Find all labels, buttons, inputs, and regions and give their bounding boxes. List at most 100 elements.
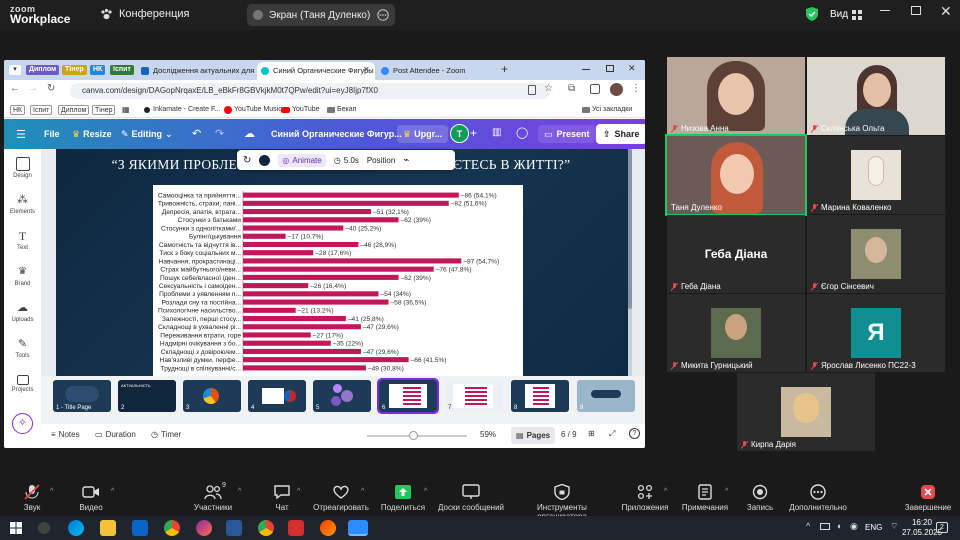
acrobat-icon[interactable] — [288, 520, 304, 536]
all-bookmarks-folder[interactable]: Усі закладки — [582, 105, 632, 115]
page-thumbnail[interactable]: 9 — [577, 380, 635, 412]
bookmark-folder[interactable]: Тінер — [92, 105, 116, 115]
notes-options-chevron-icon[interactable]: ^ — [725, 488, 728, 495]
react-options-chevron-icon[interactable]: ^ — [361, 488, 364, 495]
close-window-icon[interactable]: ✕ — [628, 63, 636, 74]
duration-button[interactable]: ◷ 5.0s — [334, 156, 359, 165]
position-button[interactable]: Position — [367, 156, 395, 165]
grid-view-icon[interactable]: ⊞ — [588, 429, 595, 438]
browser-tab[interactable]: Дослідження актуальних для — [137, 62, 255, 80]
sidebar-item-tools[interactable]: ✎ Tools — [4, 337, 41, 359]
upgrade-button[interactable]: ♛ Upgr... — [397, 125, 449, 143]
user-avatar[interactable]: T — [450, 124, 469, 143]
cloud-sync-icon[interactable]: ☁ — [244, 127, 255, 140]
comment-icon[interactable]: ◯ — [516, 126, 528, 139]
apps-options-chevron-icon[interactable]: ^ — [664, 488, 667, 495]
audio-options-chevron-icon[interactable]: ^ — [50, 488, 53, 495]
notes-button[interactable]: ≡ Notes — [51, 430, 80, 439]
tab-group-chip[interactable]: Диплом — [26, 65, 60, 75]
video-button[interactable]: Видео — [73, 484, 109, 512]
meeting-info-button[interactable]: Конференция — [100, 8, 189, 20]
more-button[interactable]: Дополнительно — [786, 484, 850, 512]
bookmark-folder[interactable]: Бекап — [327, 105, 356, 115]
undo-icon[interactable]: ↶ — [192, 127, 201, 140]
chat-options-chevron-icon[interactable]: ^ — [297, 488, 300, 495]
share-options-chevron-icon[interactable]: ^ — [424, 488, 427, 495]
minimize-icon[interactable] — [880, 10, 890, 11]
word-icon[interactable] — [226, 520, 242, 536]
tray-chevron-icon[interactable]: ^ — [806, 521, 810, 531]
participant-tile[interactable]: Микита Гурницький — [667, 294, 805, 372]
zoom-level[interactable]: 59% — [480, 430, 496, 439]
page-thumbnail[interactable]: 3 — [183, 380, 241, 412]
record-button[interactable]: Запись — [742, 484, 778, 512]
page-thumbnail[interactable]: 1 - Title Page — [53, 380, 111, 412]
rotate-icon[interactable]: ↻ — [243, 155, 251, 166]
sidebar-item-text[interactable]: T Text — [4, 229, 41, 251]
editing-mode-button[interactable]: ✎ Editing ⌄ — [121, 129, 173, 140]
zoom-slider-handle[interactable] — [409, 431, 418, 440]
pages-button[interactable]: ▤ Pages — [511, 427, 556, 444]
battery-icon[interactable] — [820, 523, 830, 530]
zoom-taskbar-icon[interactable] — [348, 520, 368, 536]
extensions-icon[interactable]: ⧉ — [568, 83, 575, 94]
bookmark-folder[interactable]: НК — [10, 105, 26, 115]
sidebar-item-elements[interactable]: ⁂ Elements — [4, 193, 41, 215]
apps-button[interactable]: Приложения — [620, 484, 670, 512]
sidebar-item-projects[interactable]: Projects — [4, 373, 41, 393]
browser-tab[interactable]: Post Attendee - Zoom — [377, 62, 495, 80]
reload-icon[interactable]: ↻ — [47, 83, 55, 94]
bookmark-star-icon[interactable]: ☆ — [544, 83, 553, 94]
whiteboards-button[interactable]: Доски сообщений — [436, 484, 506, 512]
magic-assistant-icon[interactable]: ✧ — [12, 413, 33, 434]
speaker-icon[interactable]: ◖ — [836, 521, 841, 531]
paint-format-icon[interactable]: ⌁ — [403, 155, 409, 166]
chrome-icon[interactable] — [164, 520, 180, 536]
participant-tile[interactable]: Я Ярослав Лисенко ПС22-3 — [807, 294, 945, 372]
notes-button[interactable]: Примечания — [680, 484, 730, 512]
zoom-slider[interactable] — [367, 431, 467, 440]
tab-group-chip[interactable]: НК — [90, 65, 106, 75]
document-title[interactable]: Синий Органические Фигур... — [271, 129, 402, 139]
app-icon[interactable] — [196, 520, 212, 536]
participant-tile[interactable]: Геба Діана Геба Діана — [667, 215, 805, 293]
screen-share-pill[interactable]: Экран (Таня Дуленко) — [247, 4, 395, 26]
maximize-icon[interactable] — [606, 65, 614, 72]
help-icon[interactable]: ? — [629, 428, 640, 439]
video-options-chevron-icon[interactable]: ^ — [111, 488, 114, 495]
present-button[interactable]: ▭ Present — [538, 125, 596, 143]
page-thumbnail-selected[interactable]: 6 — [377, 378, 439, 414]
sidebar-item-brand[interactable]: ♛ Brand — [4, 265, 41, 287]
participant-tile[interactable]: Кирпа Дарія — [737, 373, 875, 451]
bookmark-link[interactable]: YouTube Music — [224, 105, 282, 115]
close-tab-icon[interactable]: ✕ — [363, 65, 370, 74]
tab-group-chip[interactable]: Тінер — [62, 65, 87, 75]
more-options-icon[interactable] — [377, 9, 389, 21]
outlook-icon[interactable] — [132, 520, 148, 536]
page-thumbnail[interactable]: 8 — [511, 380, 569, 412]
audio-button[interactable]: Звук — [14, 484, 50, 512]
tab-group-chip[interactable]: Іспит — [110, 65, 134, 75]
share-screen-button[interactable]: Поделиться — [378, 484, 428, 512]
widgets-icon[interactable] — [38, 522, 50, 534]
url-input[interactable]: canva.com/design/DAGopNrqaxE/LB_eBkFr8GB… — [70, 83, 550, 99]
participant-tile[interactable]: Низова Анна — [667, 57, 805, 135]
tab-search-icon[interactable]: ▾ — [9, 65, 21, 75]
mic-tray-icon[interactable]: ◉ — [850, 521, 858, 532]
kebab-menu-icon[interactable]: ⋮ — [631, 83, 641, 94]
browser-tab-active[interactable]: Синий Органические Фигуры — [257, 62, 375, 80]
menu-icon[interactable]: ☰ — [16, 128, 26, 141]
bookmark-folder[interactable]: Диплом — [58, 105, 90, 115]
page-thumbnail[interactable]: 4 — [248, 380, 306, 412]
sidebar-item-design[interactable]: Design — [4, 157, 41, 179]
resize-button[interactable]: ♛ Resize — [72, 129, 112, 140]
insights-icon[interactable]: ▥ — [492, 127, 501, 138]
back-icon[interactable]: ← — [10, 83, 20, 94]
bookmark-link[interactable]: YouTube — [281, 105, 320, 115]
close-window-icon[interactable]: ✕ — [940, 3, 952, 20]
add-collaborator-icon[interactable]: + — [470, 126, 477, 140]
share-button[interactable]: ⇪ Share — [596, 124, 645, 144]
view-button[interactable]: Вид — [830, 9, 863, 20]
participants-options-chevron-icon[interactable]: ^ — [238, 488, 241, 495]
timer-button[interactable]: ◷ Timer — [151, 430, 181, 439]
